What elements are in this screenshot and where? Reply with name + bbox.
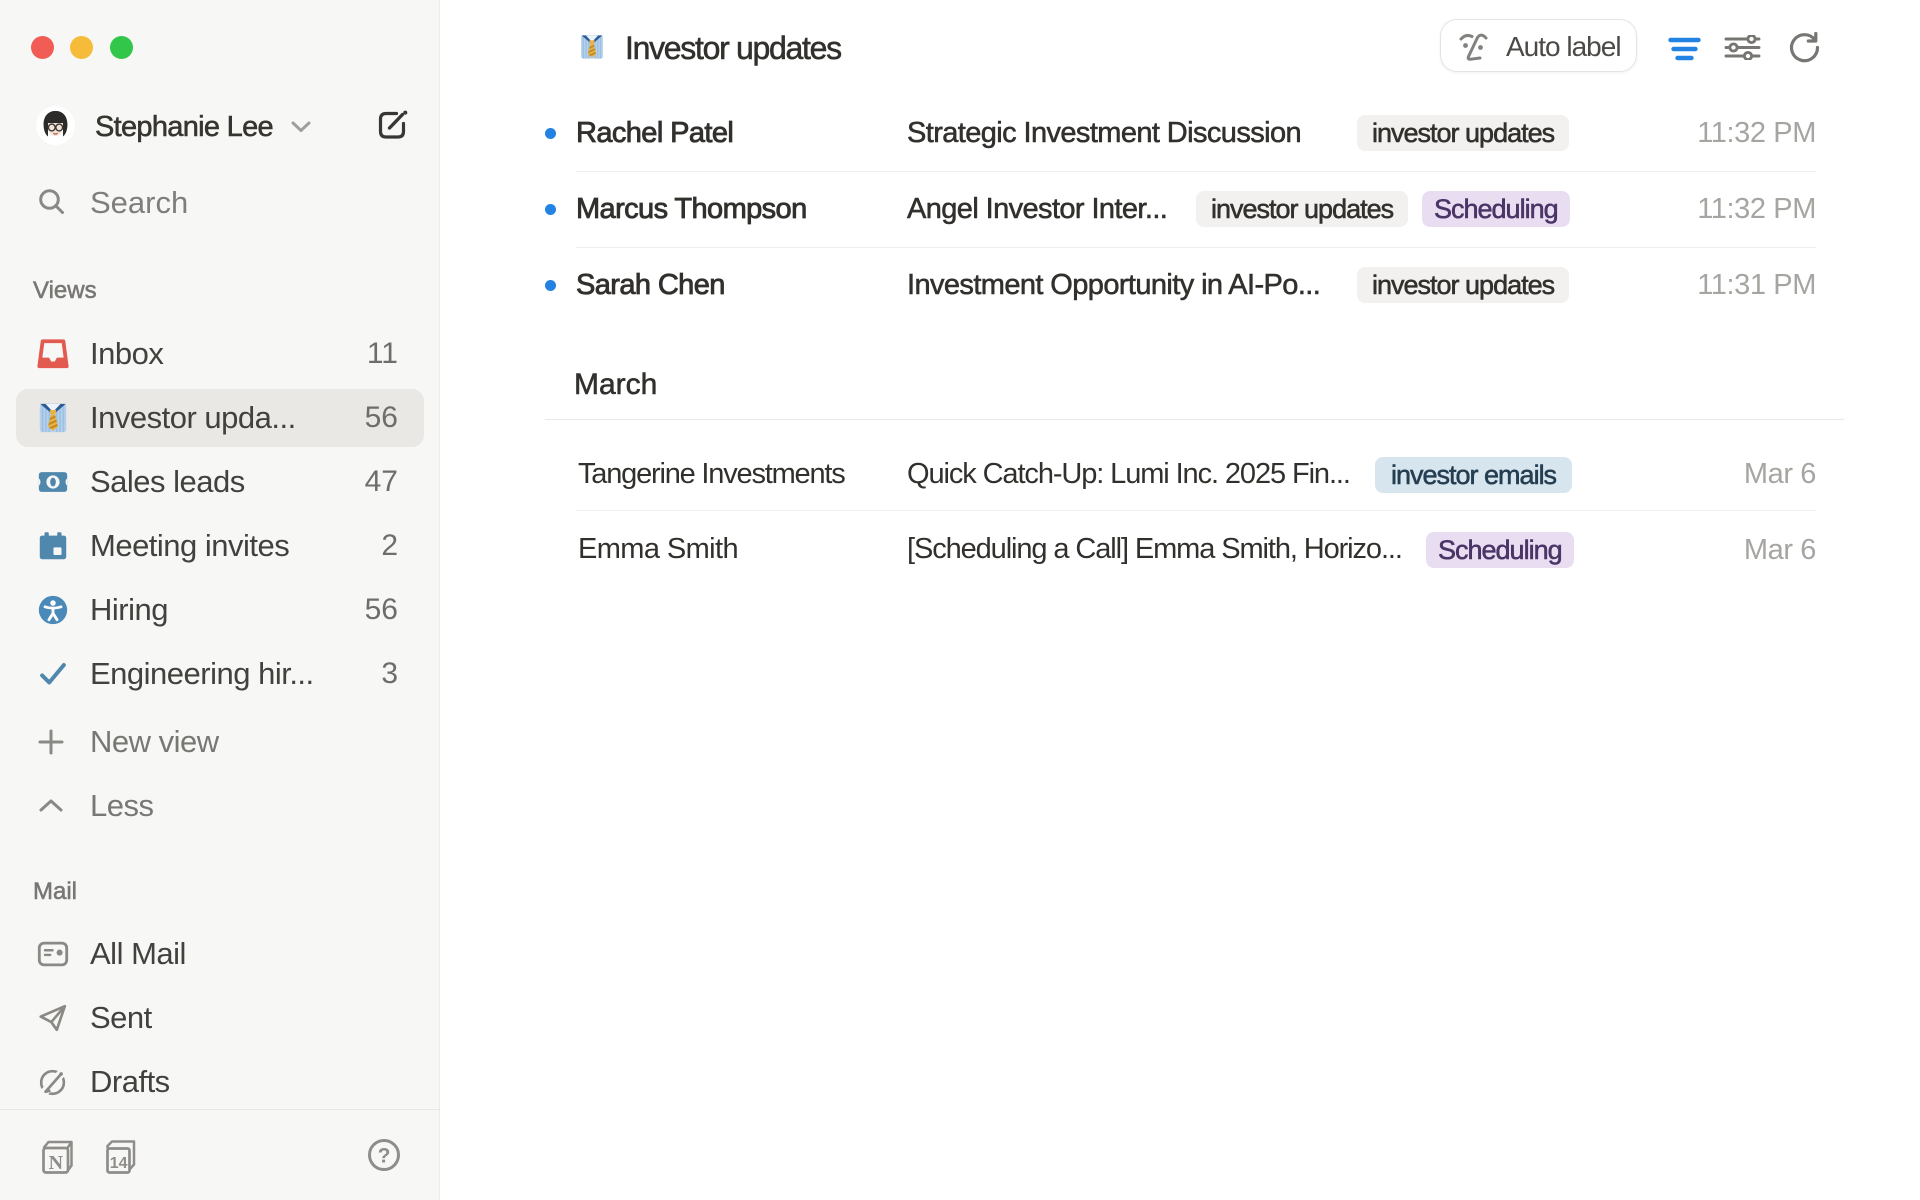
svg-text:?: ? <box>378 1145 391 1168</box>
svg-text:14: 14 <box>110 1155 128 1172</box>
svg-text:N: N <box>49 1152 64 1174</box>
